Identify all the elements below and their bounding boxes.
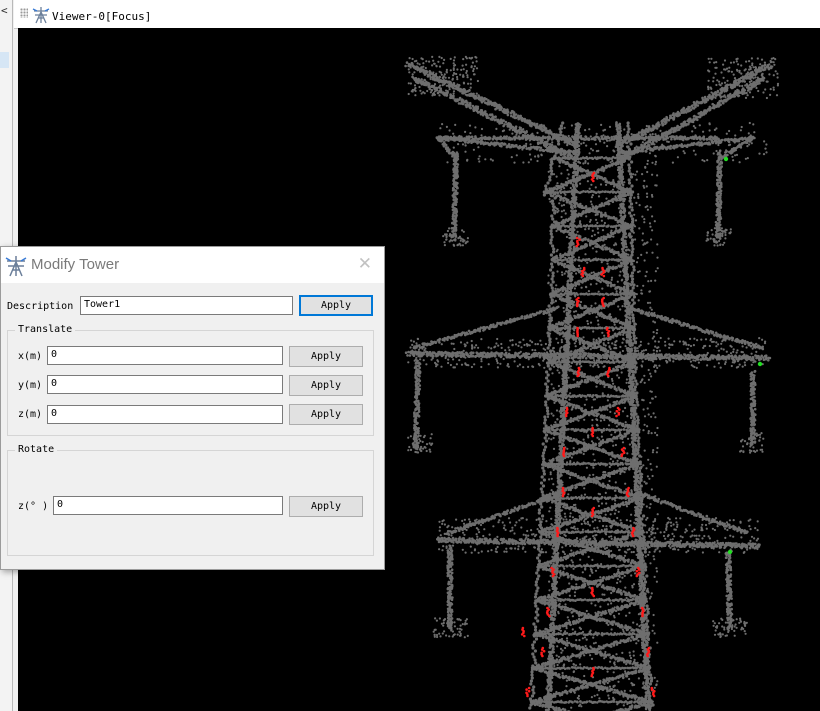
tower-icon <box>5 256 27 277</box>
z-apply-button[interactable]: Apply <box>289 404 363 425</box>
collapse-arrow-icon[interactable]: < <box>1 4 8 17</box>
dialog-title-bar[interactable]: Modify Tower ✕ <box>1 247 384 283</box>
x-apply-button[interactable]: Apply <box>289 346 363 367</box>
modify-tower-dialog: Modify Tower ✕ Description Tower1 Apply … <box>0 246 385 570</box>
description-label: Description <box>7 301 74 312</box>
description-apply-button[interactable]: Apply <box>299 295 373 316</box>
viewer-tab-title[interactable]: Viewer-0[Focus] <box>52 10 151 23</box>
z-label: z(m) <box>18 409 43 420</box>
rotate-group-title: Rotate <box>15 444 58 455</box>
x-field[interactable]: 0 <box>47 346 283 365</box>
translate-group-title: Translate <box>15 324 76 335</box>
tower-icon <box>32 7 50 24</box>
left-panel-selection <box>0 52 9 68</box>
rotate-z-field[interactable]: 0 <box>53 496 283 515</box>
y-field[interactable]: 0 <box>47 375 283 394</box>
rotate-z-label: z(° ) <box>18 501 49 512</box>
rotate-z-apply-button[interactable]: Apply <box>289 496 363 517</box>
viewer-tab-bar: Viewer-0[Focus] <box>14 0 820 29</box>
close-icon[interactable]: ✕ <box>358 254 372 274</box>
drag-grip-icon[interactable] <box>20 8 28 18</box>
y-label: y(m) <box>18 380 43 391</box>
description-field[interactable]: Tower1 <box>80 296 293 315</box>
y-apply-button[interactable]: Apply <box>289 375 363 396</box>
x-label: x(m) <box>18 351 43 362</box>
z-field[interactable]: 0 <box>47 405 283 424</box>
dialog-title: Modify Tower <box>31 256 120 273</box>
